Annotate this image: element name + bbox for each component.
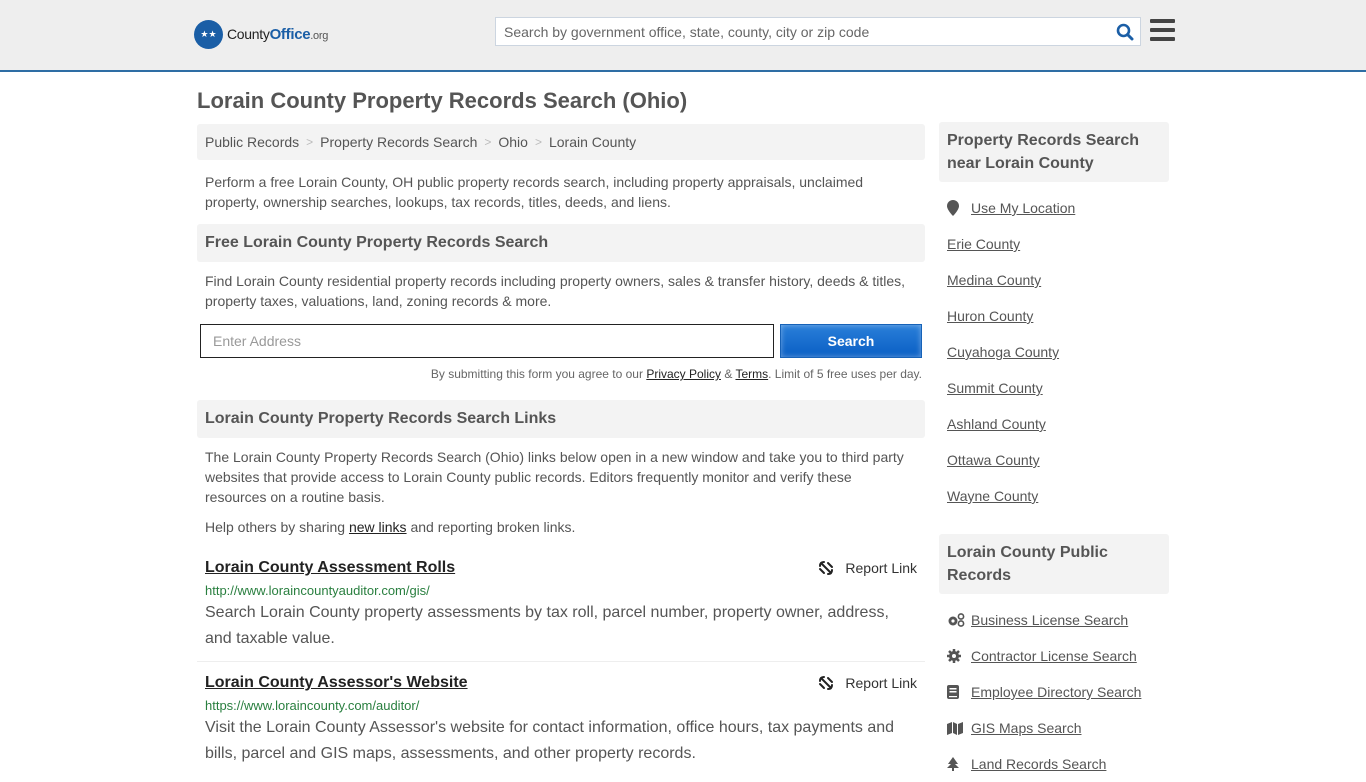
nearby-county-link[interactable]: Summit County — [947, 370, 1161, 406]
public-record-link[interactable]: Contractor License Search — [947, 638, 1161, 674]
resource-link-title[interactable]: Lorain County Assessment Rolls — [205, 559, 455, 577]
breadcrumb: Public Records > Property Records Search >… — [197, 124, 925, 160]
nearby-heading: Property Records Search near Lorain Coun… — [939, 122, 1169, 182]
resource-link-item: Lorain County Assessor's Website Report … — [197, 672, 925, 767]
breadcrumb-separator: > — [534, 135, 542, 149]
address-search-button[interactable]: Search — [780, 324, 922, 358]
nearby-list: Use My Location Erie County Medina Count… — [939, 190, 1169, 514]
nearby-county-link[interactable]: Ashland County — [947, 406, 1161, 442]
broken-link-icon — [819, 676, 834, 690]
resource-link-title[interactable]: Lorain County Assessor's Website — [205, 674, 468, 692]
links-section-description: The Lorain County Property Records Searc… — [205, 449, 904, 505]
terms-notice: By submitting this form you agree to our… — [430, 367, 922, 381]
public-records-list: Business License Search Contractor Licen… — [939, 602, 1169, 782]
intro-text: Perform a free Lorain County, OH public … — [205, 174, 864, 210]
nearby-county-link[interactable]: Huron County — [947, 298, 1161, 334]
site-logo[interactable]: ★★ CountyOffice.org — [194, 20, 328, 49]
public-records-heading: Lorain County Public Records — [939, 534, 1169, 594]
resource-link-description: Visit the Lorain County Assessor's websi… — [205, 719, 895, 762]
broken-link-icon — [819, 561, 834, 575]
nearby-county-link[interactable]: Ottawa County — [947, 442, 1161, 478]
breadcrumb-separator: > — [484, 135, 492, 149]
public-record-link[interactable]: Business License Search — [947, 602, 1161, 638]
nearby-county-link[interactable]: Erie County — [947, 226, 1161, 262]
public-record-link[interactable]: GIS Maps Search — [947, 710, 1161, 746]
map-marker-icon — [947, 200, 971, 216]
free-search-heading: Free Lorain County Property Records Sear… — [197, 224, 925, 262]
privacy-policy-link[interactable]: Privacy Policy — [646, 367, 721, 381]
public-record-link[interactable]: Land Records Search — [947, 746, 1161, 782]
breadcrumb-property-records-search[interactable]: Property Records Search — [320, 134, 477, 150]
tree-icon — [947, 757, 971, 771]
resource-link-item: Lorain County Assessment Rolls Report Li… — [197, 557, 925, 662]
report-link-button[interactable]: Report Link — [818, 560, 917, 576]
logo-text: CountyOffice.org — [227, 26, 329, 43]
nearby-county-link[interactable]: Cuyahoga County — [947, 334, 1161, 370]
links-section-heading: Lorain County Property Records Search Li… — [197, 400, 925, 438]
main-content: Public Records > Property Records Search >… — [197, 124, 925, 767]
nearby-county-link[interactable]: Wayne County — [947, 478, 1161, 514]
hamburger-menu-icon[interactable] — [1150, 19, 1175, 42]
breadcrumb-separator: > — [306, 135, 314, 149]
terms-link[interactable]: Terms — [735, 367, 768, 381]
use-my-location[interactable]: Use My Location — [947, 190, 1161, 226]
nearby-county-link[interactable]: Medina County — [947, 262, 1161, 298]
help-text: Help others by sharing new links and rep… — [205, 519, 576, 535]
site-search-input[interactable] — [496, 18, 1110, 45]
sidebar: Property Records Search near Lorain Coun… — [939, 122, 1169, 782]
address-search-form: Search — [197, 324, 925, 358]
free-search-description: Find Lorain County residential property … — [205, 273, 906, 309]
eagle-logo-icon: ★★ — [194, 20, 223, 49]
resource-link-description: Search Lorain County property assessment… — [205, 604, 889, 647]
search-icon[interactable] — [1110, 18, 1140, 45]
report-link-button[interactable]: Report Link — [818, 675, 917, 691]
cogs-icon — [947, 613, 971, 627]
gear-icon — [947, 649, 971, 663]
resource-link-url: https://www.loraincounty.com/auditor/ — [205, 698, 420, 713]
new-links-link[interactable]: new links — [349, 519, 407, 535]
site-header: ★★ CountyOffice.org — [0, 0, 1366, 72]
breadcrumb-public-records[interactable]: Public Records — [205, 134, 299, 150]
public-record-link[interactable]: Employee Directory Search — [947, 674, 1161, 710]
site-search — [495, 17, 1141, 46]
page-title: Lorain County Property Records Search (O… — [197, 88, 688, 113]
breadcrumb-lorain-county[interactable]: Lorain County — [549, 134, 636, 150]
breadcrumb-ohio[interactable]: Ohio — [498, 134, 528, 150]
address-input[interactable] — [200, 324, 774, 358]
resource-link-url: http://www.loraincountyauditor.com/gis/ — [205, 583, 430, 598]
map-icon — [947, 721, 971, 735]
book-icon — [947, 685, 971, 699]
